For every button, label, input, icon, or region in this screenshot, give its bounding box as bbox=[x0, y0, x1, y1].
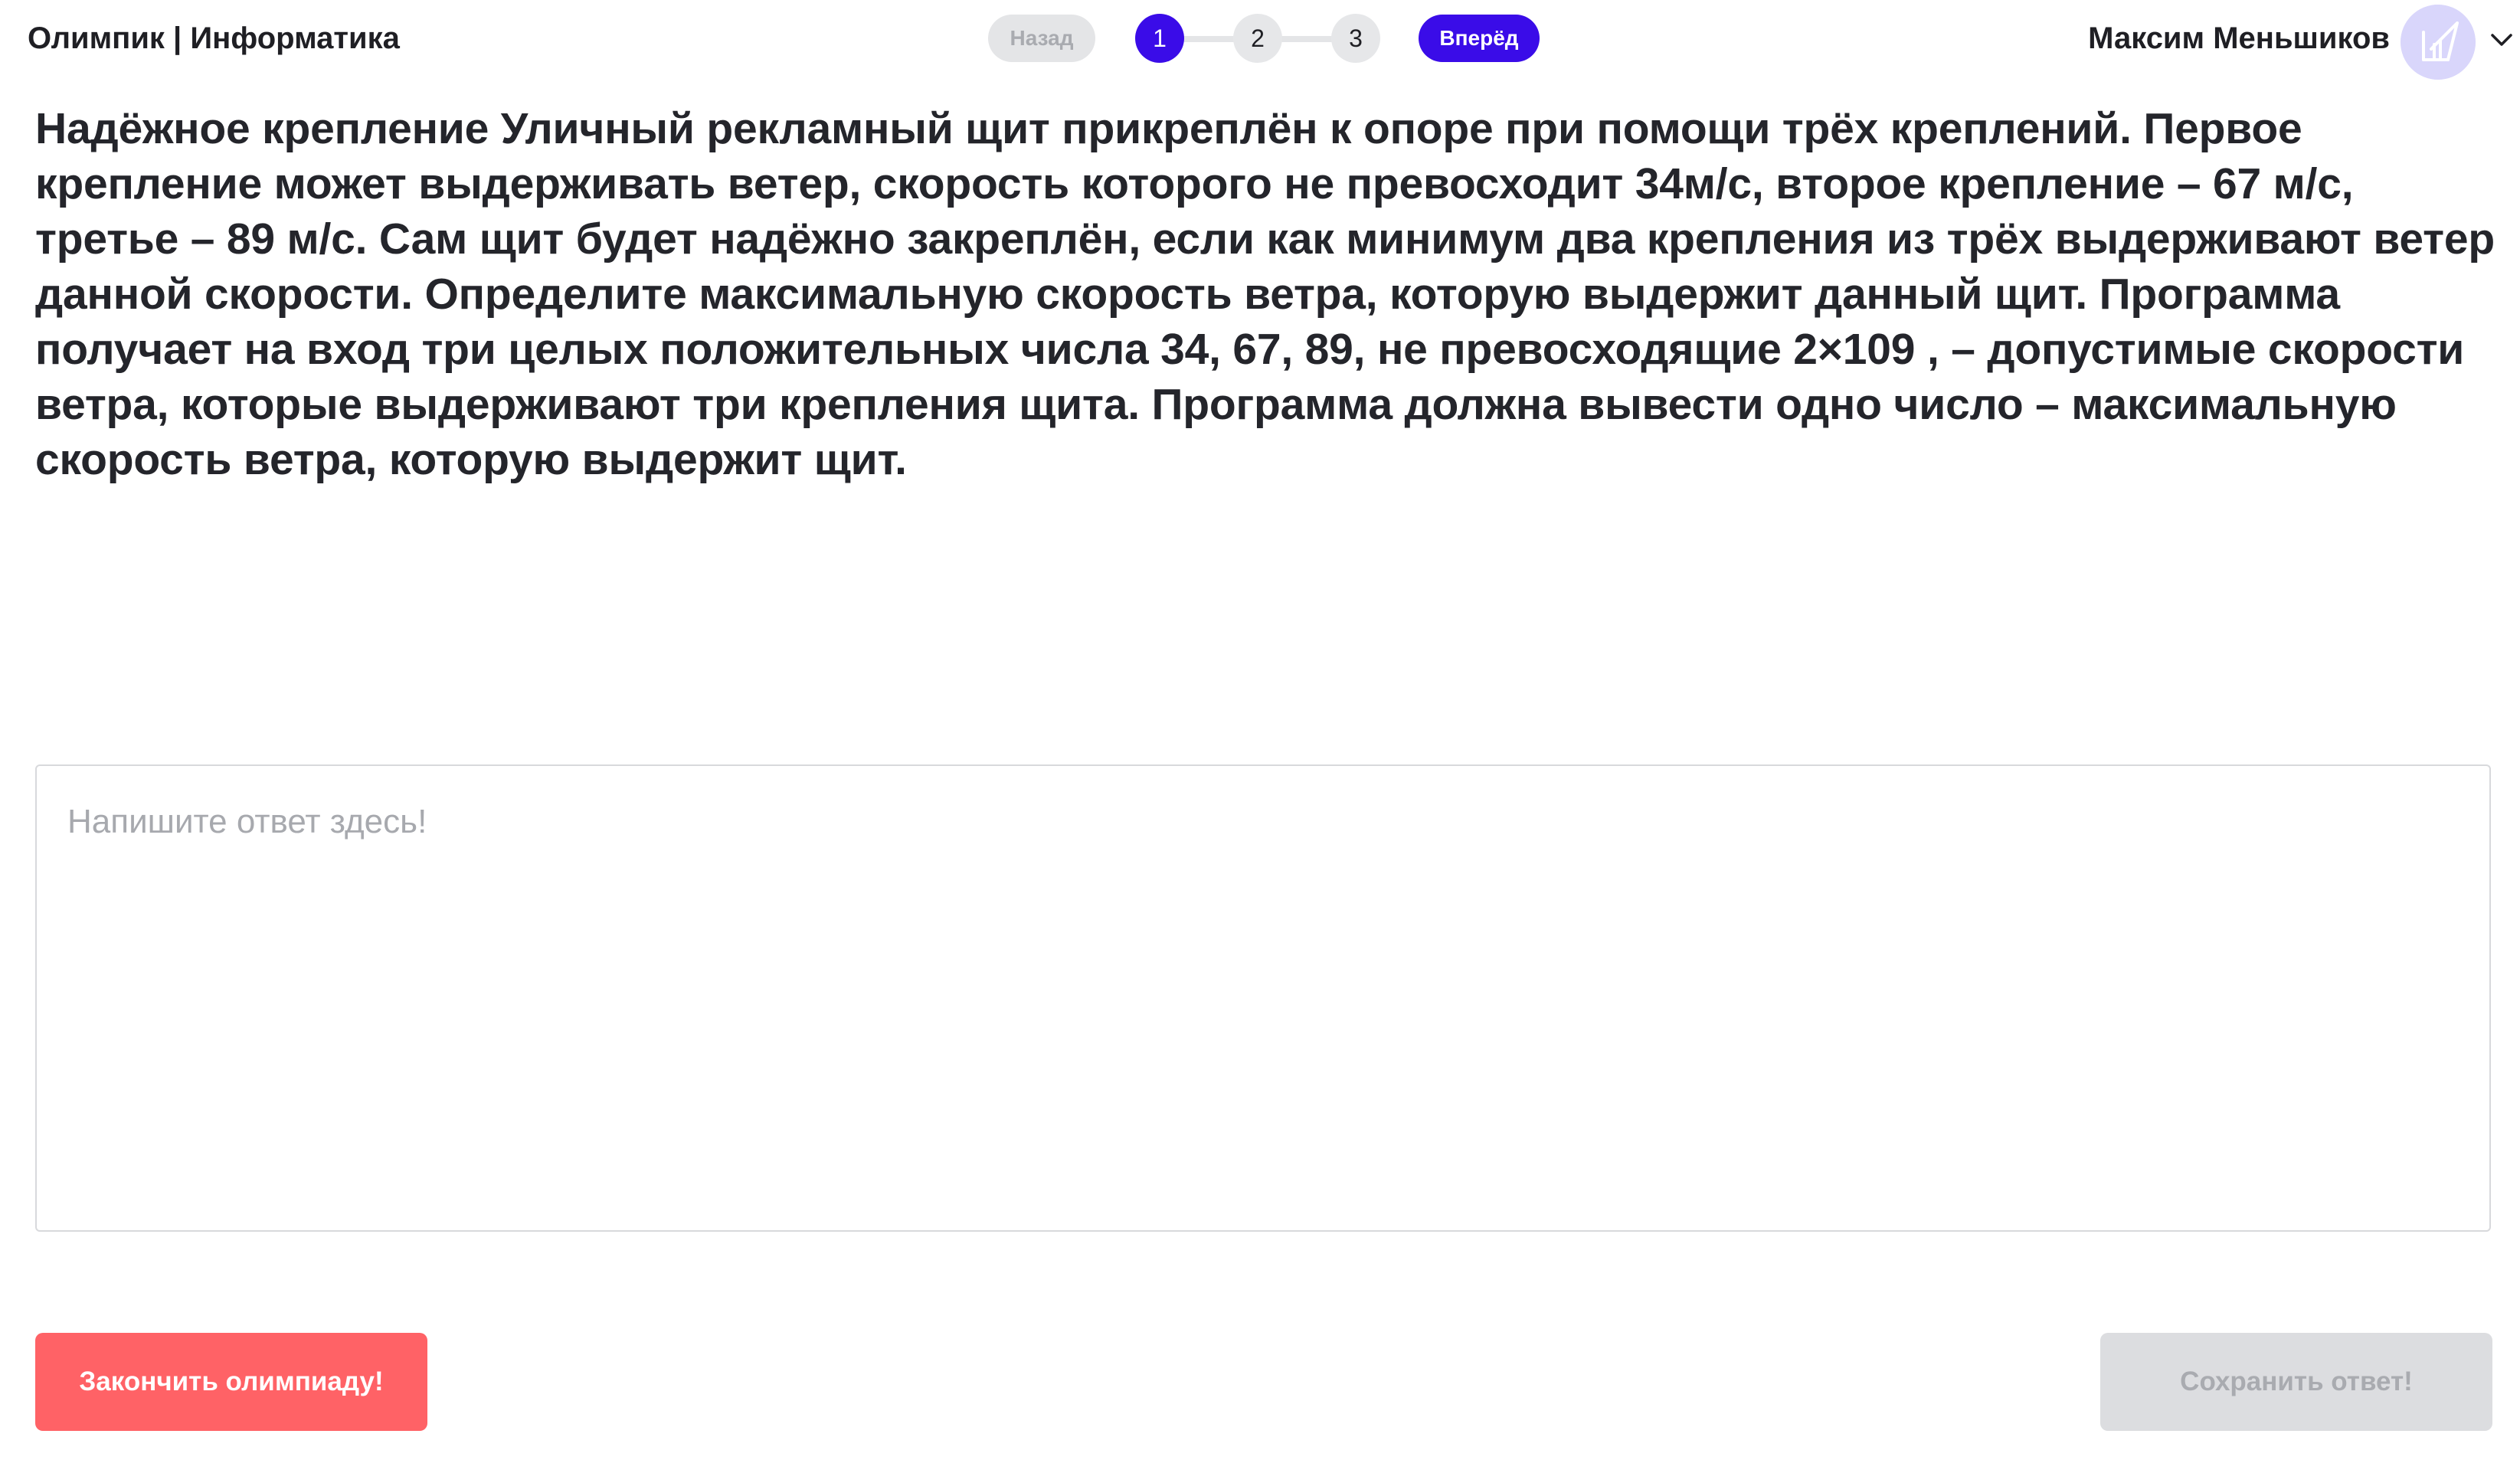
avatar[interactable] bbox=[2401, 5, 2476, 80]
save-answer-button[interactable]: Сохранить ответ! bbox=[2100, 1333, 2492, 1431]
answer-input[interactable] bbox=[35, 764, 2491, 1232]
app-title: Олимпик | Информатика bbox=[28, 21, 400, 55]
user-name[interactable]: Максим Меньшиков bbox=[2088, 21, 2390, 56]
question-text: Надёжное крепление Уличный рекламный щит… bbox=[35, 104, 2495, 484]
next-button[interactable]: Вперёд bbox=[1419, 15, 1540, 62]
step-3[interactable]: 3 bbox=[1331, 14, 1380, 63]
step-2[interactable]: 2 bbox=[1233, 14, 1282, 63]
top-bar: Олимпик | Информатика Назад 1 2 3 Вперёд… bbox=[0, 0, 2520, 84]
avatar-logo-icon bbox=[2401, 5, 2476, 80]
step-1[interactable]: 1 bbox=[1135, 14, 1184, 63]
olympiad-task-page: Олимпик | Информатика Назад 1 2 3 Вперёд… bbox=[0, 0, 2520, 1460]
finish-olympiad-button[interactable]: Закончить олимпиаду! bbox=[35, 1333, 427, 1431]
chevron-down-icon[interactable] bbox=[2488, 26, 2515, 54]
back-button[interactable]: Назад bbox=[988, 15, 1095, 62]
